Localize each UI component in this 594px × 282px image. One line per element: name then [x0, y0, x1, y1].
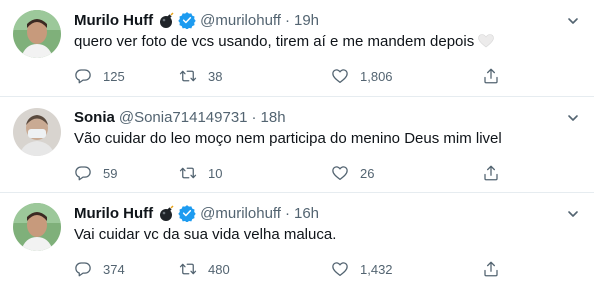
- tweet-header: Sonia @Sonia714149731 · 18h: [74, 107, 286, 127]
- timestamp[interactable]: 19h: [294, 12, 319, 29]
- tweet-text: Vão cuidar do leo moço nem participa do …: [74, 130, 502, 147]
- bomb-emoji-icon: [158, 11, 175, 29]
- tweet-actions: 374 480 1,432: [74, 259, 514, 279]
- like-count: 1,806: [360, 68, 393, 84]
- reply-icon: [75, 69, 91, 84]
- reply-icon: [75, 262, 91, 277]
- share-button[interactable]: [482, 163, 500, 183]
- reply-count: 59: [103, 165, 118, 181]
- reply-button[interactable]: 125: [74, 66, 125, 86]
- more-options-icon[interactable]: [564, 109, 582, 127]
- retweet-count: 38: [208, 68, 223, 84]
- tweet[interactable]: Murilo Huff @murilohuff · 16h Vai cuidar…: [0, 192, 594, 282]
- share-button[interactable]: [482, 66, 500, 86]
- separator-dot: ·: [251, 108, 257, 126]
- tweet[interactable]: Sonia @Sonia714149731 · 18h Vão cuidar d…: [0, 96, 594, 192]
- timestamp[interactable]: 18h: [261, 109, 286, 126]
- user-handle[interactable]: @Sonia714149731: [119, 109, 248, 126]
- tweet-text: quero ver foto de vcs usando, tirem aí e…: [74, 32, 495, 52]
- share-icon: [484, 68, 498, 84]
- bomb-emoji-icon: [158, 204, 175, 222]
- tweet[interactable]: Murilo Huff @murilohuff · 19h quero ver …: [0, 0, 594, 96]
- tweet-header: Murilo Huff @murilohuff · 16h: [74, 203, 319, 223]
- retweet-icon: [179, 263, 197, 275]
- like-count: 26: [360, 165, 375, 181]
- verified-badge-icon: [178, 11, 196, 30]
- share-button[interactable]: [482, 259, 500, 279]
- tweet-text: Vai cuidar vc da sua vida velha maluca.: [74, 226, 337, 243]
- like-button[interactable]: 26: [331, 163, 374, 183]
- retweet-button[interactable]: 38: [179, 66, 222, 86]
- retweet-button[interactable]: 10: [179, 163, 222, 183]
- verified-badge-icon: [178, 204, 196, 223]
- avatar[interactable]: [13, 108, 61, 156]
- reply-count: 374: [103, 261, 125, 277]
- share-icon: [484, 165, 498, 181]
- heart-icon: [332, 262, 348, 277]
- user-handle[interactable]: @murilohuff: [200, 12, 281, 29]
- reply-icon: [75, 166, 91, 181]
- tweet-actions: 125 38 1,806: [74, 66, 514, 86]
- retweet-icon: [179, 70, 197, 82]
- display-name[interactable]: Sonia: [74, 109, 115, 126]
- separator-dot: ·: [284, 204, 290, 222]
- tweet-actions: 59 10 26: [74, 163, 514, 183]
- like-button[interactable]: 1,806: [331, 66, 393, 86]
- heart-icon: [332, 69, 348, 84]
- retweet-icon: [179, 167, 197, 179]
- heart-icon: [332, 166, 348, 181]
- retweet-count: 10: [208, 165, 223, 181]
- tweet-header: Murilo Huff @murilohuff · 19h: [74, 10, 319, 30]
- white-heart-emoji-icon: [478, 34, 495, 48]
- display-name[interactable]: Murilo Huff: [74, 12, 153, 29]
- reply-button[interactable]: 374: [74, 259, 125, 279]
- tweet-text-content: quero ver foto de vcs usando, tirem aí e…: [74, 33, 475, 50]
- reply-button[interactable]: 59: [74, 163, 117, 183]
- more-options-icon[interactable]: [564, 205, 582, 223]
- reply-count: 125: [103, 68, 125, 84]
- like-button[interactable]: 1,432: [331, 259, 393, 279]
- timestamp[interactable]: 16h: [294, 205, 319, 222]
- more-options-icon[interactable]: [564, 12, 582, 30]
- like-count: 1,432: [360, 261, 393, 277]
- avatar[interactable]: [13, 203, 61, 251]
- user-handle[interactable]: @murilohuff: [200, 205, 281, 222]
- avatar[interactable]: [13, 10, 61, 58]
- share-icon: [484, 261, 498, 277]
- retweet-button[interactable]: 480: [179, 259, 230, 279]
- display-name[interactable]: Murilo Huff: [74, 205, 153, 222]
- separator-dot: ·: [284, 11, 290, 29]
- retweet-count: 480: [208, 261, 230, 277]
